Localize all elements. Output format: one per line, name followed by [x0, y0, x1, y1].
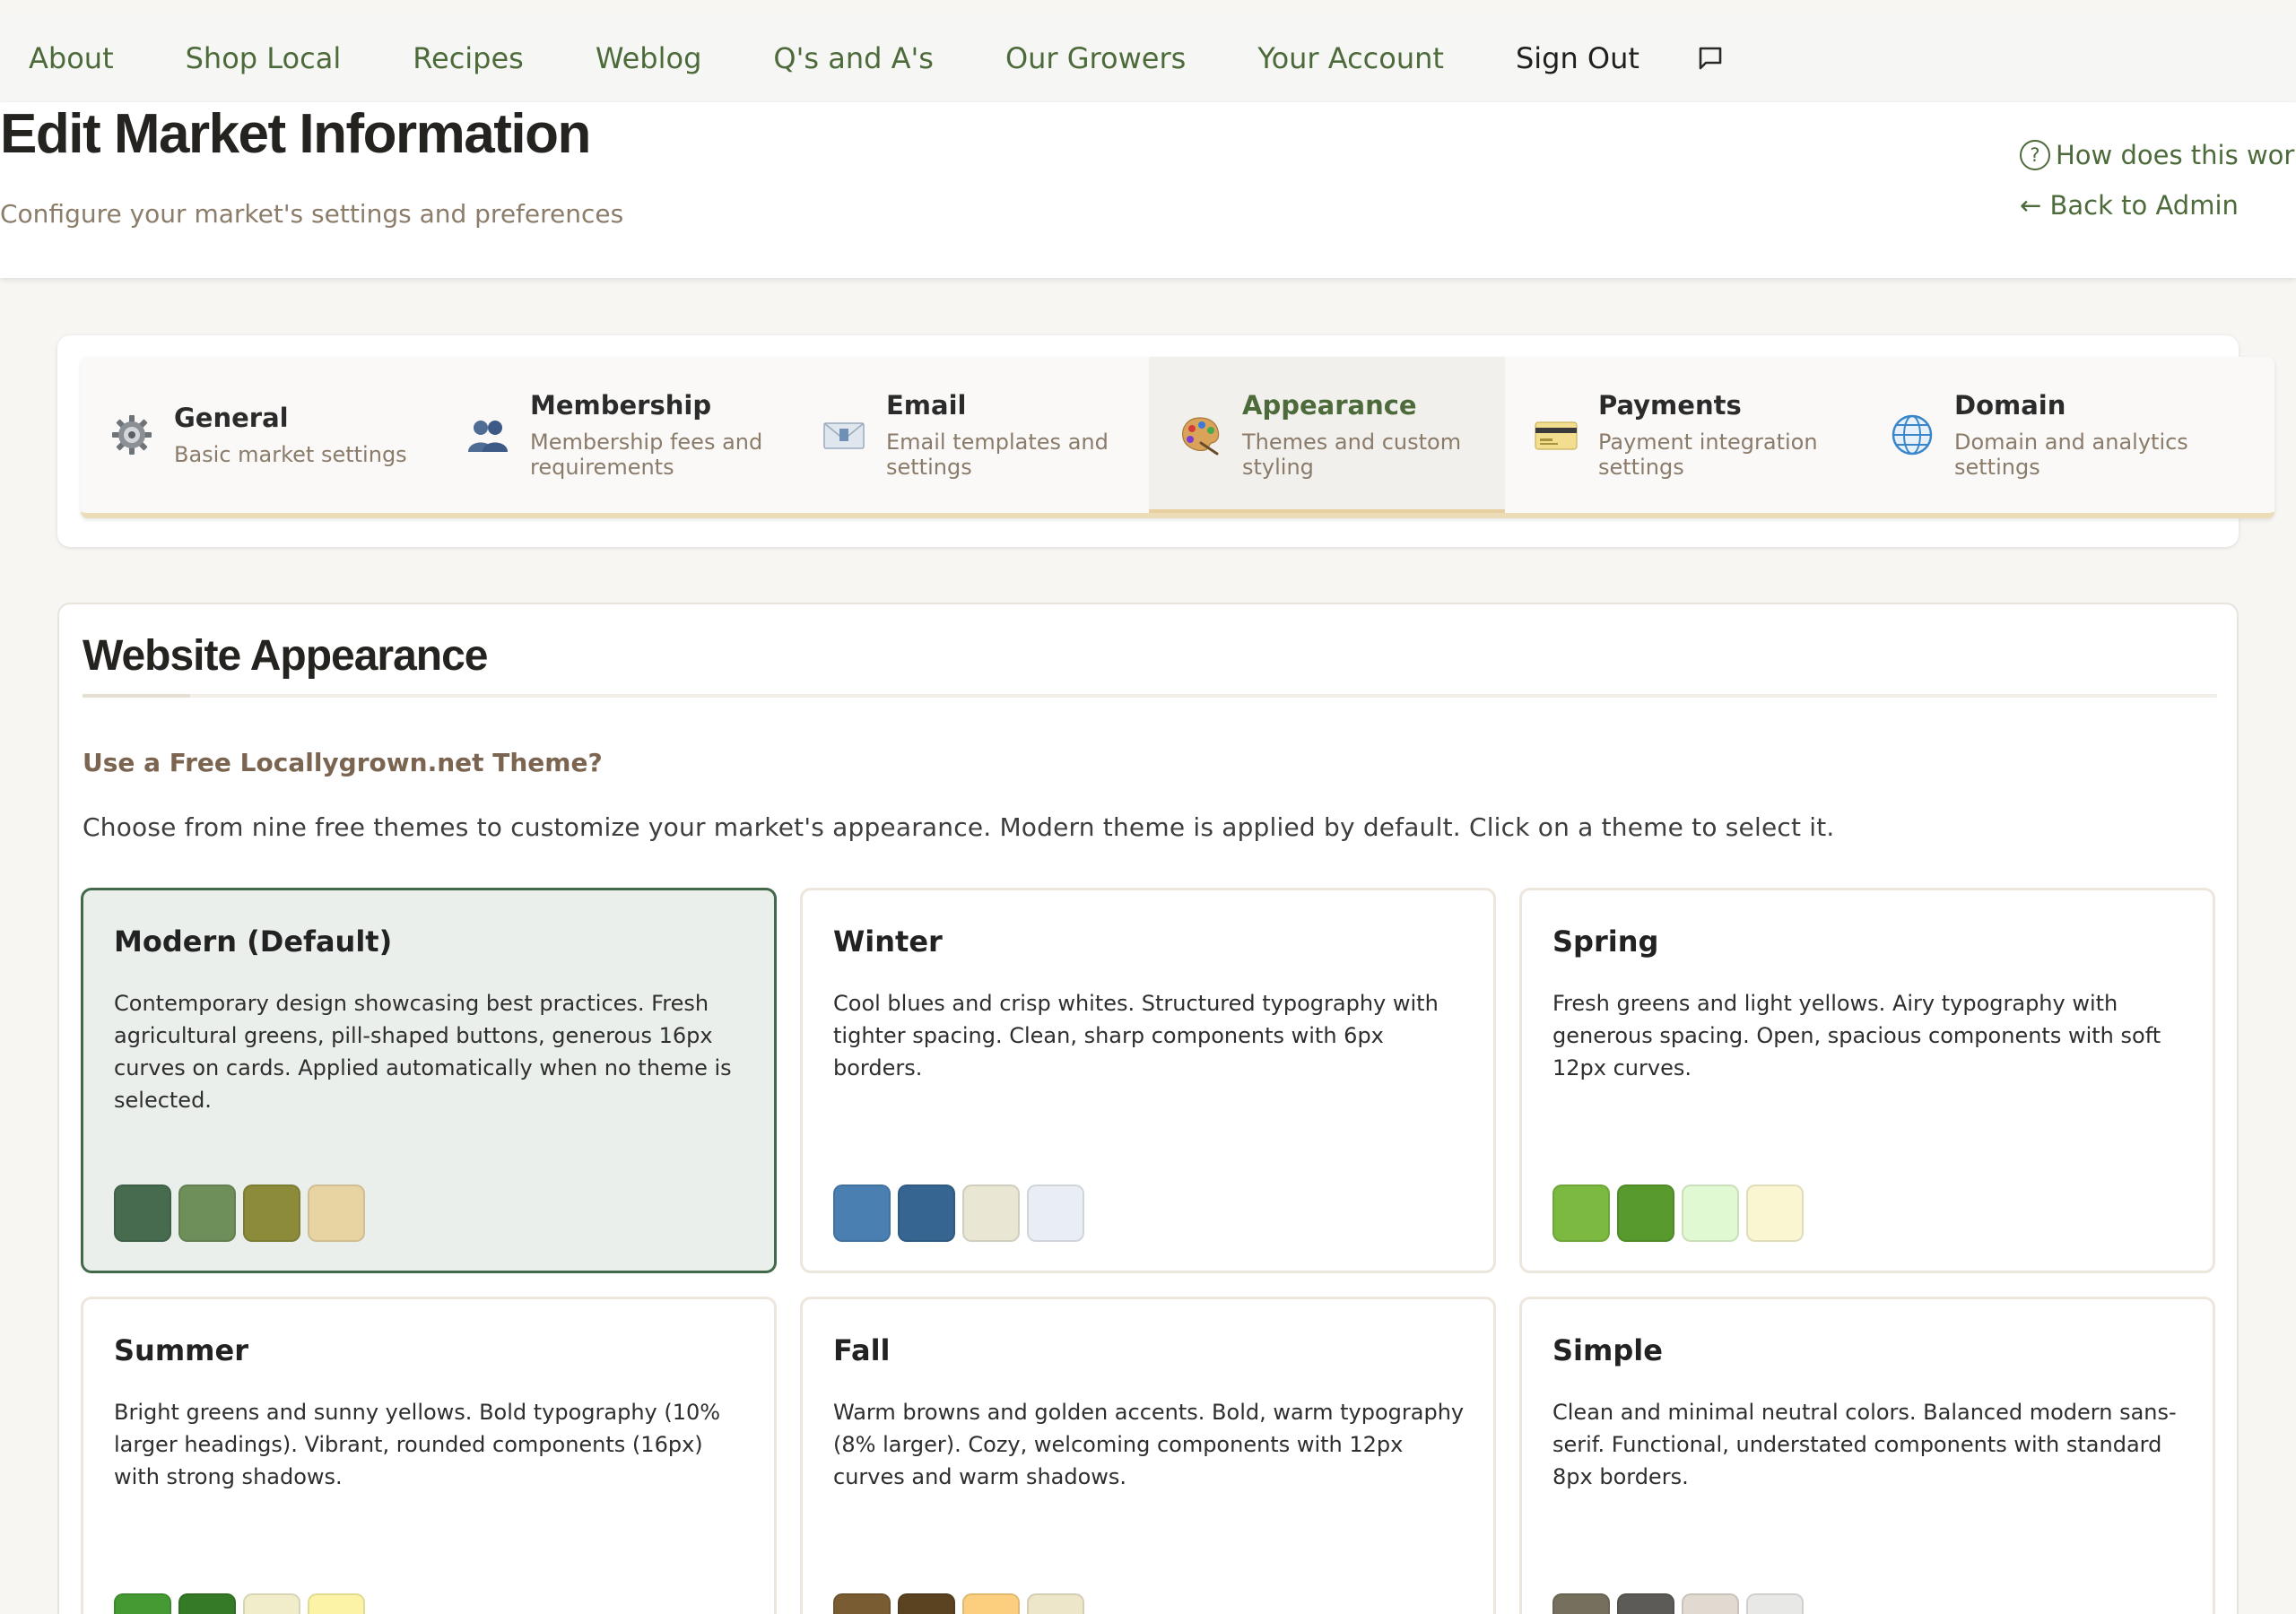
chat-bubble-icon[interactable]: [1695, 43, 1726, 74]
color-swatch: [178, 1593, 236, 1614]
help-link-label: How does this work?: [2056, 140, 2296, 170]
globe-icon: [1888, 411, 1936, 459]
page-header: Edit Market Information Configure your m…: [0, 102, 2296, 278]
color-swatches: [833, 1184, 1091, 1242]
theme-name: Spring: [1552, 924, 1659, 959]
color-swatches: [1552, 1593, 1811, 1614]
back-to-admin-link[interactable]: ← Back to Admin: [2020, 190, 2239, 221]
nav-our-growers[interactable]: Our Growers: [1005, 41, 1186, 75]
tab-domain-title: Domain: [1954, 390, 2066, 421]
nav-shop-local[interactable]: Shop Local: [186, 41, 342, 75]
color-swatches: [1552, 1184, 1811, 1242]
tab-payments-title: Payments: [1598, 390, 1742, 421]
color-swatch: [898, 1184, 955, 1242]
page-subtitle: Configure your market's settings and pre…: [0, 199, 624, 229]
color-swatch: [833, 1593, 891, 1614]
theme-description: Clean and minimal neutral colors. Balanc…: [1552, 1400, 2177, 1489]
theme-description: Bright greens and sunny yellows. Bold ty…: [114, 1400, 721, 1489]
tab-appearance-desc: Themes and custom styling: [1242, 430, 1462, 480]
theme-name: Fall: [833, 1333, 891, 1367]
tab-appearance-title: Appearance: [1242, 390, 1417, 421]
section-title: Website Appearance: [83, 632, 488, 680]
theme-description: Contemporary design showcasing best prac…: [114, 991, 732, 1113]
color-swatch: [178, 1184, 236, 1242]
color-swatch: [1746, 1184, 1804, 1242]
tab-membership-desc: Membership fees and requirements: [530, 430, 763, 480]
theme-card-modern[interactable]: Modern (Default) Contemporary design sho…: [81, 888, 777, 1273]
tab-email-desc: Email templates and settings: [886, 430, 1109, 480]
color-swatch: [1682, 1593, 1739, 1614]
nav-recipes[interactable]: Recipes: [413, 41, 524, 75]
color-swatch: [962, 1593, 1020, 1614]
theme-card-winter[interactable]: Winter Cool blues and crisp whites. Stru…: [800, 888, 1496, 1273]
nav-about[interactable]: About: [29, 41, 114, 75]
tab-domain[interactable]: Domain Domain and analytics settings: [1861, 357, 2217, 513]
people-icon: [464, 411, 512, 459]
tab-general[interactable]: General Basic market settings: [81, 357, 437, 513]
color-swatch: [114, 1184, 171, 1242]
settings-tabs-card: General Basic market settings Membership…: [57, 335, 2274, 547]
tab-general-desc: Basic market settings: [174, 442, 407, 467]
section-divider: [83, 694, 2217, 698]
color-swatches: [833, 1593, 1091, 1614]
color-swatches: [114, 1184, 372, 1242]
top-nav: About Shop Local Recipes Weblog Q's and …: [0, 14, 2296, 102]
color-swatch: [308, 1593, 365, 1614]
color-swatch: [1552, 1184, 1610, 1242]
color-swatch: [1746, 1593, 1804, 1614]
color-swatch: [962, 1184, 1020, 1242]
theme-description: Fresh greens and light yellows. Airy typ…: [1552, 991, 2161, 1080]
tab-membership[interactable]: Membership Membership fees and requireme…: [437, 357, 793, 513]
color-swatch: [1682, 1184, 1739, 1242]
color-swatch: [243, 1184, 300, 1242]
theme-name: Winter: [833, 924, 943, 959]
nav-sign-out[interactable]: Sign Out: [1516, 41, 1639, 75]
theme-card-spring[interactable]: Spring Fresh greens and light yellows. A…: [1519, 888, 2215, 1273]
tab-payments-desc: Payment integration settings: [1598, 430, 1818, 480]
color-swatch: [114, 1593, 171, 1614]
theme-name: Modern (Default): [114, 924, 393, 959]
color-swatch: [1552, 1593, 1610, 1614]
color-swatch: [308, 1184, 365, 1242]
theme-description: Cool blues and crisp whites. Structured …: [833, 991, 1439, 1080]
theme-name: Summer: [114, 1333, 248, 1367]
appearance-panel: Website Appearance Use a Free Locallygro…: [57, 603, 2239, 1614]
tab-email-title: Email: [886, 390, 967, 421]
theme-card-simple[interactable]: Simple Clean and minimal neutral colors.…: [1519, 1297, 2215, 1614]
theme-description: Warm browns and golden accents. Bold, wa…: [833, 1400, 1465, 1489]
theme-name: Simple: [1552, 1333, 1663, 1367]
nav-qa[interactable]: Q's and A's: [773, 41, 934, 75]
tab-membership-title: Membership: [530, 390, 712, 421]
help-link[interactable]: ? How does this work?: [2020, 140, 2296, 170]
tab-appearance[interactable]: Appearance Themes and custom styling: [1149, 357, 1505, 513]
nav-your-account[interactable]: Your Account: [1257, 41, 1444, 75]
credit-card-icon: [1532, 411, 1580, 459]
tab-email[interactable]: Email Email templates and settings: [793, 357, 1149, 513]
settings-tabs: General Basic market settings Membership…: [81, 357, 2274, 518]
theme-card-fall[interactable]: Fall Warm browns and golden accents. Bol…: [800, 1297, 1496, 1614]
color-swatch: [1027, 1593, 1084, 1614]
page-title: Edit Market Information: [0, 103, 591, 165]
color-swatch: [1617, 1184, 1674, 1242]
nav-weblog[interactable]: Weblog: [596, 41, 702, 75]
color-swatch: [898, 1593, 955, 1614]
color-swatch: [1027, 1184, 1084, 1242]
color-swatches: [114, 1593, 372, 1614]
color-swatch: [1617, 1593, 1674, 1614]
color-swatch: [243, 1593, 300, 1614]
color-swatch: [833, 1184, 891, 1242]
theme-card-summer[interactable]: Summer Bright greens and sunny yellows. …: [81, 1297, 777, 1614]
theme-intro: Choose from nine free themes to customiz…: [83, 812, 1835, 842]
question-circle-icon: ?: [2020, 140, 2050, 170]
tab-general-title: General: [174, 403, 289, 433]
envelope-icon: [820, 411, 868, 459]
tab-domain-desc: Domain and analytics settings: [1954, 430, 2188, 480]
gear-icon: [108, 411, 156, 459]
theme-subheading: Use a Free Locallygrown.net Theme?: [83, 748, 603, 777]
palette-icon: [1176, 411, 1224, 459]
tab-payments[interactable]: Payments Payment integration settings: [1505, 357, 1861, 513]
